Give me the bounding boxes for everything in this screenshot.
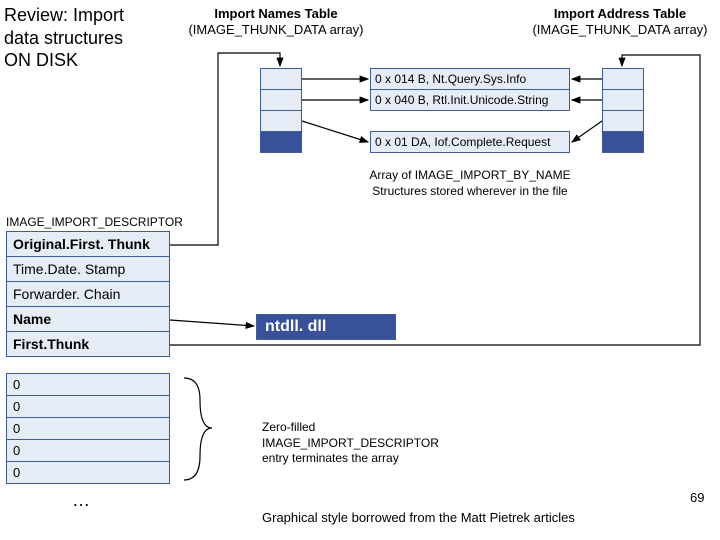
ibn-caption: Array of IMAGE_IMPORT_BY_NAME Structures…: [358, 168, 582, 199]
iat-header: Import Address Table (IMAGE_THUNK_DATA a…: [520, 6, 720, 39]
dll-name-value: ntdll. dll: [256, 314, 396, 340]
descriptor-table: Original.First. Thunk Time.Date. Stamp F…: [6, 232, 170, 357]
desc-first-thunk: First.Thunk: [6, 331, 170, 357]
zero-caption-l2: IMAGE_IMPORT_DESCRIPTOR: [262, 436, 439, 450]
zero-row-0: 0: [6, 373, 170, 396]
desc-time-date-stamp: Time.Date. Stamp: [6, 256, 170, 282]
ibn-row-0: 0 x 014 B, Nt.Query.Sys.Info: [370, 68, 570, 90]
iat-header-line1: Import Address Table: [554, 6, 686, 21]
zero-caption-l1: Zero-filled: [262, 420, 315, 434]
footer-credit: Graphical style borrowed from the Matt P…: [262, 510, 575, 525]
int-header: Import Names Table (IMAGE_THUNK_DATA arr…: [176, 6, 376, 39]
desc-original-first-thunk: Original.First. Thunk: [6, 231, 170, 257]
iat-cell-0: [602, 68, 644, 90]
int-cell-null: [260, 131, 302, 153]
slide-title: Review: Import data structures ON DISK: [4, 4, 154, 72]
ibn-row-2: 0 x 01 DA, Iof.Complete.Request: [370, 131, 570, 153]
ibn-row-1: 0 x 040 B, Rtl.Init.Unicode.String: [370, 89, 570, 111]
int-cell-1: [260, 89, 302, 111]
zero-caption-l3: entry terminates the array: [262, 451, 399, 465]
int-cell-2: [260, 110, 302, 132]
iat-cell-1: [602, 89, 644, 111]
int-header-line2: (IMAGE_THUNK_DATA array): [188, 22, 363, 37]
zero-descriptor-table: 0 0 0 0 0: [6, 374, 170, 484]
zero-row-4: 0: [6, 461, 170, 484]
zero-row-3: 0: [6, 439, 170, 462]
int-header-line1: Import Names Table: [214, 6, 337, 21]
zero-caption: Zero-filled IMAGE_IMPORT_DESCRIPTOR entr…: [262, 420, 439, 467]
ibn-caption-l2: Structures stored wherever in the file: [372, 184, 567, 198]
iat-cell-2: [602, 110, 644, 132]
desc-name: Name: [6, 306, 170, 332]
ellipsis: …: [72, 490, 90, 511]
ibn-caption-l1: Array of IMAGE_IMPORT_BY_NAME: [369, 168, 570, 182]
iat-cell-null: [602, 131, 644, 153]
page-number: 69: [690, 490, 704, 505]
iid-label: IMAGE_IMPORT_DESCRIPTOR: [6, 215, 183, 229]
desc-forwarder-chain: Forwarder. Chain: [6, 281, 170, 307]
int-cell-0: [260, 68, 302, 90]
iat-header-line2: (IMAGE_THUNK_DATA array): [532, 22, 707, 37]
zero-row-2: 0: [6, 417, 170, 440]
zero-row-1: 0: [6, 395, 170, 418]
